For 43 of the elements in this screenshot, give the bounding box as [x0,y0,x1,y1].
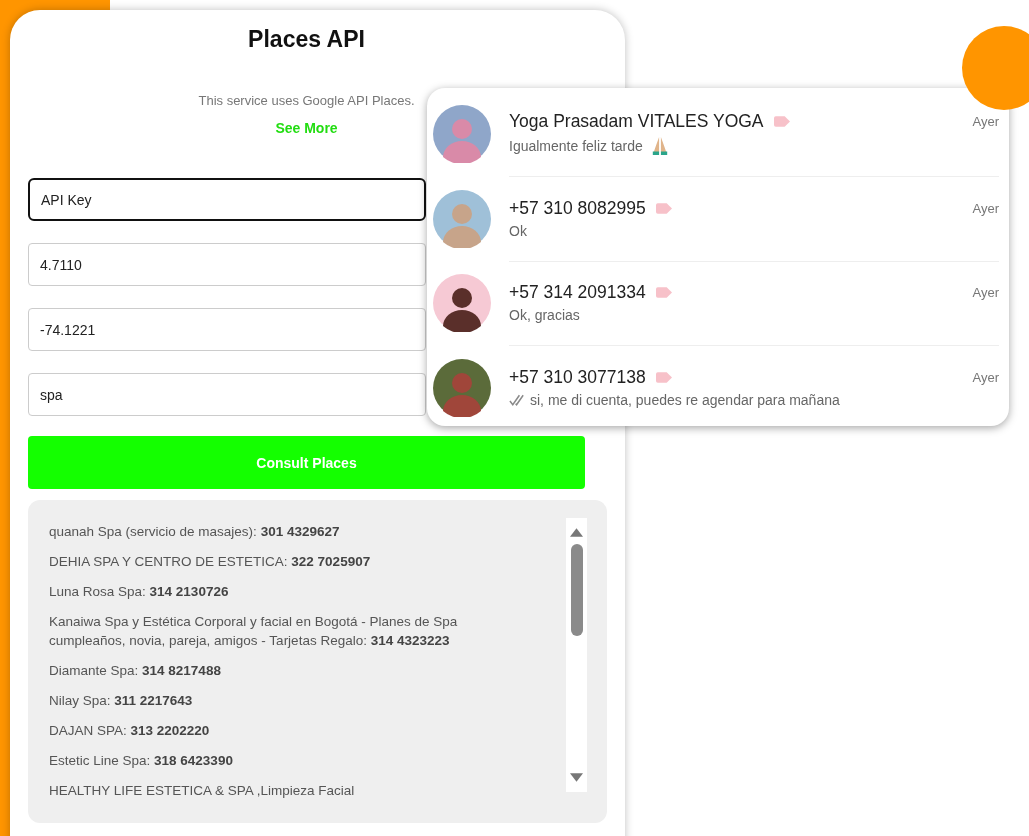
result-text: Estetic Line Spa: 318 6423390 [49,752,234,770]
scroll-up-icon[interactable] [570,528,583,537]
scroll-down-icon[interactable] [570,773,583,782]
label-tag-icon [655,287,672,299]
input-field[interactable]: API Key [28,178,426,221]
input-field[interactable]: 4.7110 [28,243,426,286]
label-tag-icon [655,202,672,214]
avatar-icon [433,274,491,333]
label-tag-icon [773,116,790,128]
result-text: Diamante Spa: 314 8217488 [49,662,222,680]
result-text: Kanaiwa Spa y Estética Corporal y facial en Bogotá - Planes de Spa cumpleaños, novia, pareja, amigos - Tarjetas Regalo: 314 4323223 [49,613,459,650]
scrollbar-thumb[interactable] [570,544,583,636]
avatar-icon [433,189,491,248]
avatar-icon [433,358,491,417]
chat-item[interactable]: +57 310 8082995 Ayer Ok [433,176,999,261]
result-text: DAJAN SPA: 313 2202220 [49,722,211,740]
scrollbar[interactable] [566,518,587,792]
chat-name: +57 314 2091334 [509,282,646,304]
chat-time: Ayer [972,285,999,301]
avatar-icon [433,105,491,164]
chat-time: Ayer [972,114,999,130]
input-field[interactable]: spa [28,373,426,416]
page-title: Places API [248,26,365,53]
chat-name: +57 310 8082995 [509,197,646,219]
result-text: DEHIA SPA Y CENTRO DE ESTETICA: 322 7025907 [49,553,372,571]
chat-time: Ayer [972,200,999,216]
result-text: Nilay Spa: 311 2217643 [49,692,194,710]
chat-name: Yoga Prasadam VITALES YOGA [509,111,764,133]
result-text: quanah Spa (servicio de masajes): 301 4329627 [49,523,341,541]
chat-name: +57 310 3077138 [509,367,646,389]
input-field[interactable]: -74.1221 [28,308,426,351]
chat-time: Ayer [972,370,999,386]
result-text: Luna Rosa Spa: 314 2130726 [49,583,230,601]
chat-item[interactable]: Yoga Prasadam VITALES YOGA Ayer Igualmente feliz tarde [433,92,999,177]
chat-item[interactable]: +57 314 2091334 Ayer Ok, gracias [433,261,999,346]
chat-message: Ok, gracias [509,307,580,324]
result-text: HEALTHY LIFE ESTETICA & SPA ,Limpieza Facial [49,782,356,800]
chat-item[interactable]: +57 310 3077138 Ayer si, me di cuenta, puedes re agendar para mañana [433,345,999,426]
label-tag-icon [655,372,672,384]
description-text: This service uses Google API Places. [198,93,415,108]
chat-message: Igualmente feliz tarde [509,138,643,155]
chat-message: si, me di cuenta, puedes re agendar para mañana [530,392,840,409]
chat-message: Ok [509,222,527,239]
